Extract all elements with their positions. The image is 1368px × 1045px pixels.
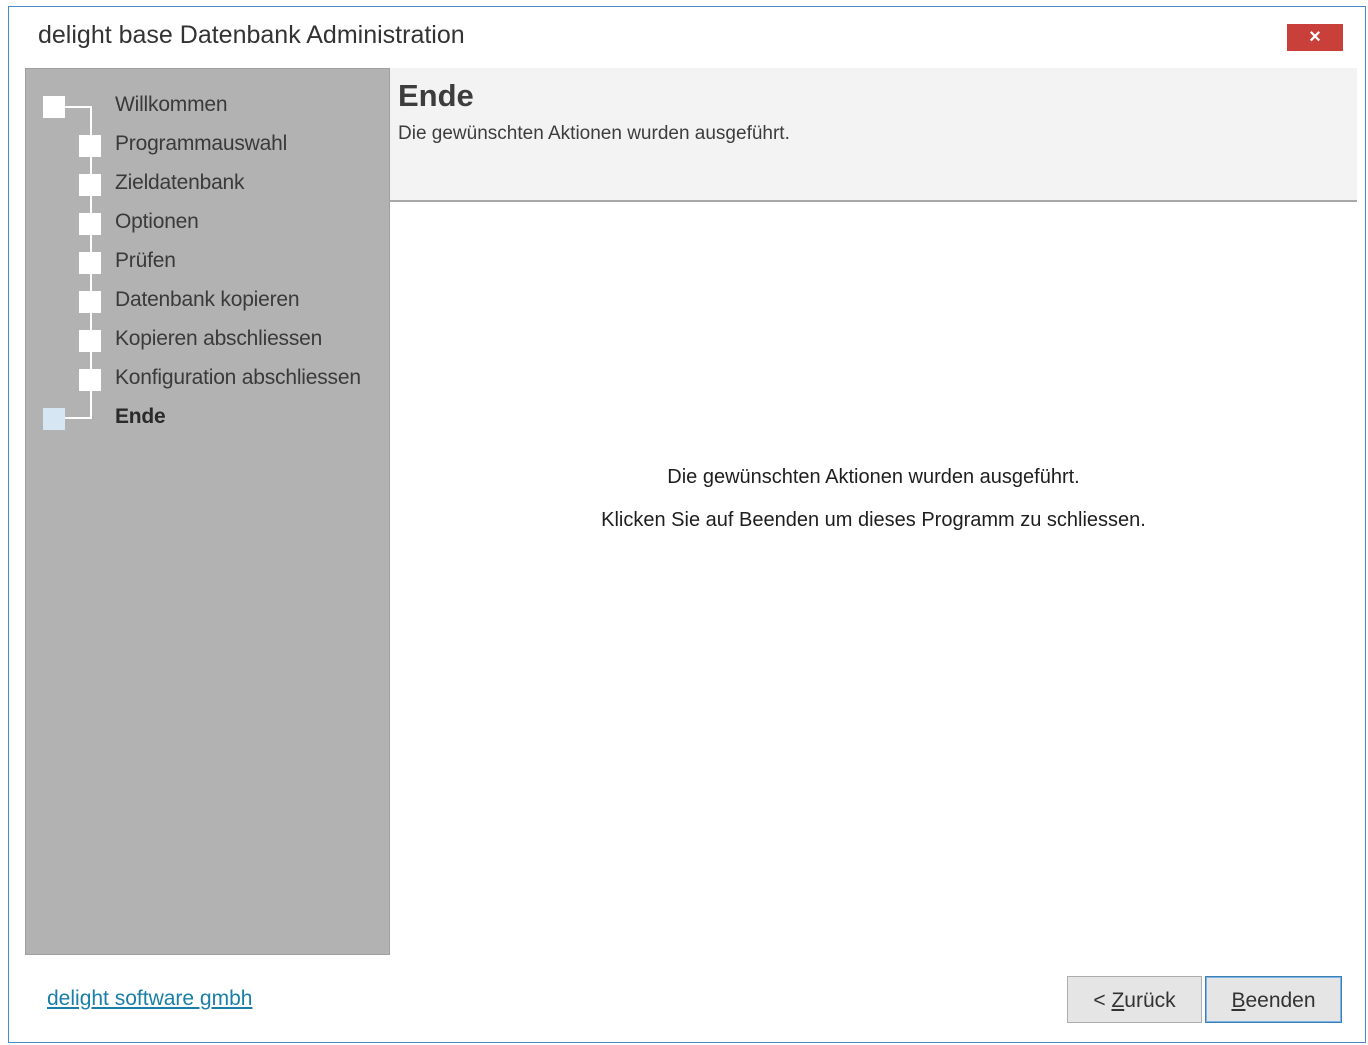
back-button-label: urück [1124,989,1176,1012]
step-copy-database: Datenbank kopieren [115,288,300,311]
step-target-database: Zieldatenbank [115,171,245,194]
step-finish-copy: Kopieren abschliessen [115,327,323,350]
company-link[interactable]: delight software gmbh [47,987,252,1011]
step-options: Optionen [115,210,199,233]
finish-button-label: eenden [1245,989,1316,1012]
step-marker-icon [79,330,101,352]
page-header: Ende Die gewünschten Aktionen wurden aus… [390,68,1357,202]
instruction-message: Klicken Sie auf Beenden um dieses Progra… [601,509,1146,531]
back-button-prefix: < [1093,989,1112,1012]
title-bar[interactable]: delight base Datenbank Administration × [9,7,1365,65]
page-title: Ende [398,78,474,113]
back-button[interactable]: < Zurück [1067,976,1202,1023]
step-marker-icon [79,135,101,157]
finish-button-mnemonic: B [1231,989,1246,1012]
step-marker-icon [79,213,101,235]
page-subtitle: Die gewünschten Aktionen wurden ausgefüh… [398,123,790,144]
window-title: delight base Datenbank Administration [38,21,465,49]
close-button[interactable]: × [1287,24,1343,51]
steps-sidebar: Willkommen Programmauswahl Zieldatenbank… [25,68,390,955]
step-marker-icon [79,369,101,391]
step-marker-icon [43,96,65,118]
step-marker-icon [79,291,101,313]
step-finish-configuration: Konfiguration abschliessen [115,366,361,389]
completion-message: Die gewünschten Aktionen wurden ausgefüh… [667,466,1080,488]
finish-button[interactable]: Beenden [1205,976,1342,1023]
tree-connector-bottom [64,417,92,419]
content-area: Die gewünschten Aktionen wurden ausgefüh… [390,202,1357,955]
close-icon: × [1309,26,1321,48]
wizard-window: delight base Datenbank Administration × … [8,6,1366,1043]
step-marker-icon [79,174,101,196]
step-welcome: Willkommen [115,93,228,116]
back-button-mnemonic: Z [1111,989,1125,1012]
step-program-selection: Programmauswahl [115,132,288,155]
tree-connector-top [64,106,92,108]
step-marker-active-icon [43,408,65,430]
step-marker-icon [79,252,101,274]
step-end: Ende [115,405,166,428]
step-check: Prüfen [115,249,176,272]
